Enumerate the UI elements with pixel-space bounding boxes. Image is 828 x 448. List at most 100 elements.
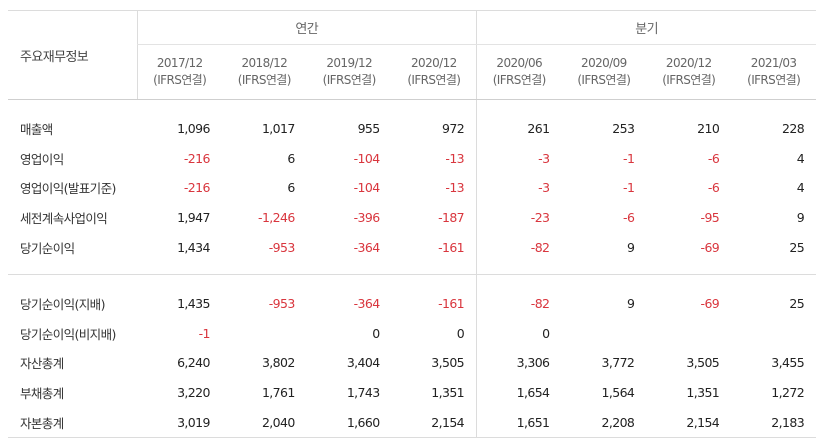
row-label: 영업이익(발표기준)	[20, 181, 116, 197]
table-row: 영업이익 -216 6 -104 -13 -3 -1 -6 4	[8, 143, 816, 174]
period-header: 2019/12 (IFRS연결)	[306, 44, 392, 100]
value-cell: -396	[353, 210, 381, 226]
table-row: 당기순이익(비지배) -1 0 0 0	[8, 318, 816, 349]
financial-rows: 매출액 1,096 1,017 955 972 261 253 210 228 영업이익 -216 6…	[8, 99, 817, 438]
value-cell: -6	[707, 180, 720, 196]
value-cell: 9	[796, 210, 805, 226]
table-row: 자산총계 6,240 3,802 3,404 3,505 3,306 3,772 3,505 3…	[8, 348, 816, 378]
row-label: 세전계속사업이익	[20, 211, 108, 227]
annual-group-header: 연간	[136, 10, 477, 45]
value-cell	[646, 319, 731, 349]
value-cell: 4	[796, 180, 805, 196]
period-header: 2018/12 (IFRS연결)	[221, 44, 307, 100]
value-cell	[561, 319, 646, 349]
value-cell: 4	[796, 150, 805, 166]
value-cell: -23	[476, 202, 562, 233]
value-cell: 3,505	[431, 355, 465, 371]
spacer-cell	[8, 100, 137, 115]
table-row: 자본총계 3,019 2,040 1,660 2,154 1,651 2,208 2,154 2…	[8, 407, 817, 438]
value-cell: 228	[782, 121, 805, 137]
spacer-cell	[307, 100, 392, 115]
spacer-cell	[561, 100, 646, 115]
value-cell: 3,220	[177, 385, 210, 401]
value-cell: 0	[456, 325, 465, 341]
spacer-cell	[392, 274, 477, 289]
value-cell: 253	[612, 121, 635, 137]
value-cell: 955	[357, 121, 381, 137]
value-cell	[222, 319, 307, 349]
value-cell: -6	[707, 150, 720, 166]
period-basis: (IFRS연결)	[153, 73, 207, 87]
table-row: 영업이익(발표기준) -216 6 -104 -13 -3 -1 -6 4	[8, 173, 816, 203]
period-date: 2018/12	[241, 56, 288, 70]
value-cell: 0	[372, 325, 380, 341]
row-label: 매출액	[20, 122, 53, 138]
spacer-cell	[222, 100, 307, 115]
value-cell: -69	[700, 239, 720, 255]
period-header: 2020/09 (IFRS연결)	[561, 44, 647, 100]
value-cell: -1	[623, 150, 635, 166]
spacer-cell	[476, 99, 562, 114]
value-cell: -1,246	[258, 210, 295, 226]
value-cell: 1,651	[476, 407, 562, 438]
spacer-cell	[731, 100, 816, 115]
row-label: 당기순이익(비지배)	[20, 326, 116, 342]
spacer-cell	[476, 274, 562, 289]
value-cell: 1,351	[686, 385, 720, 401]
row-label: 당기순이익(지배)	[20, 297, 105, 313]
row-label: 부채총계	[20, 386, 64, 402]
value-cell: 2,154	[391, 407, 477, 438]
quarter-group-header: 분기	[476, 10, 817, 45]
period-basis: (IFRS연결)	[237, 73, 292, 87]
value-cell: 1,017	[261, 121, 295, 137]
period-date: 2019/12	[326, 56, 373, 70]
value-cell: 6	[287, 180, 295, 196]
value-cell: -104	[353, 180, 381, 196]
value-cell: 1,761	[261, 385, 295, 401]
period-header: 2017/12 (IFRS연결)	[136, 44, 222, 100]
value-cell: 261	[476, 114, 562, 144]
spacer-cell	[8, 261, 137, 275]
period-header: 2020/12 (IFRS연결)	[391, 44, 477, 100]
period-header: 2020/06 (IFRS연결)	[476, 44, 562, 100]
value-cell: -953	[268, 296, 296, 312]
spacer-cell	[731, 261, 817, 275]
table-row: 세전계속사업이익 1,947 -1,246 -396 -187 -23 -6 -95 9	[8, 202, 816, 233]
value-cell: -364	[353, 296, 381, 312]
value-cell: 6	[287, 150, 295, 166]
period-group-row: 주요재무정보 연간 분기	[8, 10, 817, 100]
value-cell: -1	[198, 325, 211, 341]
period-basis: (IFRS연결)	[662, 73, 716, 87]
value-cell: -104	[353, 150, 381, 166]
spacer-cell	[561, 261, 647, 275]
financial-summary-table: 주요재무정보 연간 분기 2017/12 (IFRS연결) 2018/12 (IFRS…	[8, 10, 817, 438]
period-date: 2020/12	[665, 56, 712, 70]
value-cell: -13	[445, 180, 465, 196]
value-cell: -82	[476, 288, 562, 319]
financial-summary-panel: 주요재무정보 연간 분기 2017/12 (IFRS연결) 2018/12 (IFRS…	[8, 10, 817, 438]
value-cell: 3,772	[601, 355, 635, 371]
value-cell: 9	[626, 296, 635, 312]
spacer-cell	[391, 261, 477, 275]
value-cell: 1,660	[306, 407, 392, 438]
value-cell: 6,240	[177, 355, 210, 371]
value-cell: -161	[438, 296, 465, 312]
value-cell: 1,743	[346, 385, 380, 401]
value-cell: 2,208	[561, 407, 647, 438]
table-row: 당기순이익(지배) 1,435 -953 -364 -161 -82 9 -69 25	[8, 288, 816, 319]
value-cell: -216	[183, 180, 211, 196]
spacer-cell	[221, 261, 307, 275]
table-row: 매출액 1,096 1,017 955 972 261 253 210 228	[8, 114, 816, 144]
value-cell: 3,802	[261, 355, 295, 371]
value-cell: 3,306	[476, 348, 562, 378]
value-cell: 0	[476, 318, 562, 349]
period-basis: (IFRS연결)	[492, 73, 547, 87]
spacer-cell	[646, 261, 732, 275]
period-basis: (IFRS연결)	[747, 73, 801, 87]
table-label-header: 주요재무정보	[8, 10, 137, 100]
value-cell: -216	[183, 150, 211, 166]
row-spacer	[8, 274, 816, 289]
value-cell: 2,154	[646, 407, 732, 438]
row-label: 영업이익	[20, 151, 64, 167]
value-cell: 1,096	[177, 121, 210, 137]
